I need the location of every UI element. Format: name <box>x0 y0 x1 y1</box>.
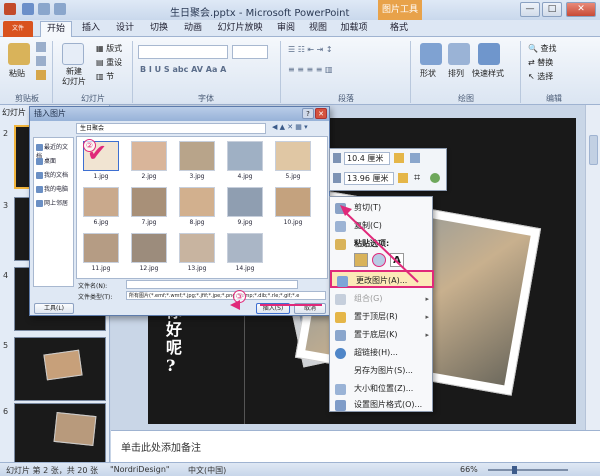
arrow-head-menu <box>340 205 352 216</box>
annotation-arrows <box>230 205 419 310</box>
arrow-head-insert <box>230 300 240 310</box>
arrow-to-menu <box>344 211 419 283</box>
